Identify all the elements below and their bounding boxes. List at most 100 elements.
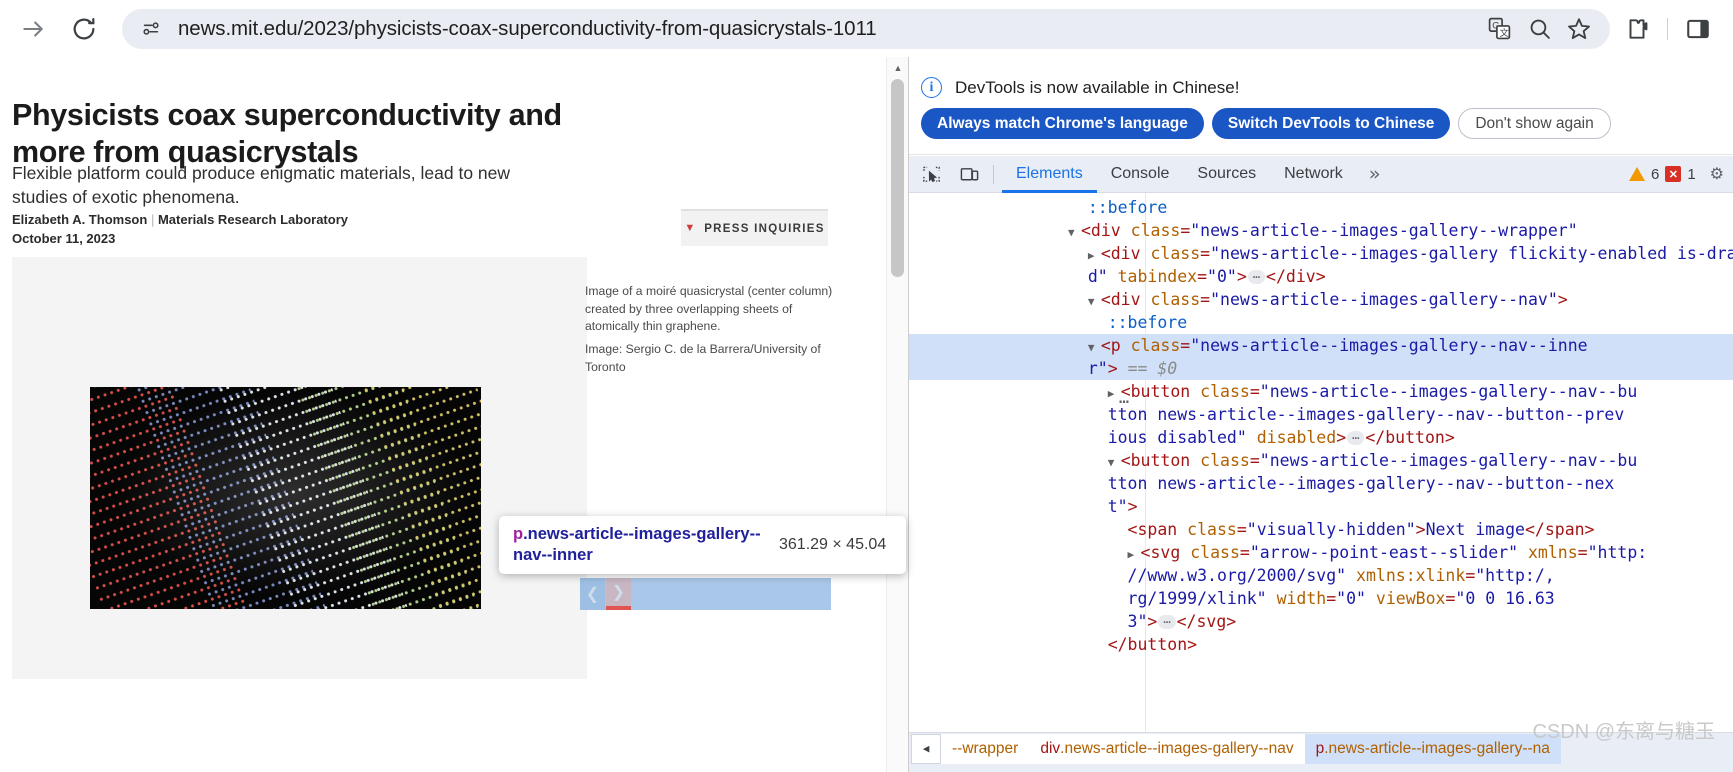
dom-tree-line[interactable]: ::before	[909, 196, 1733, 219]
gallery-next-button[interactable]: ❯	[606, 578, 631, 610]
devtools-language-banner: i DevTools is now available in Chinese! …	[909, 57, 1733, 155]
tooltip-tag-name: p	[513, 525, 524, 543]
page-scrollbar[interactable]: ▲	[886, 57, 908, 772]
dom-line-content: ▼ <div class="news-article--images-galler…	[1067, 221, 1578, 240]
dom-line-indent	[909, 405, 1108, 424]
dom-line-indent	[909, 221, 1068, 240]
warning-count[interactable]: 6	[1651, 166, 1659, 183]
dom-line-indent	[909, 543, 1128, 562]
image-caption: Image of a moiré quasicrystal (center co…	[585, 284, 833, 333]
dont-show-again-button[interactable]: Don't show again	[1458, 108, 1611, 139]
bookmark-star-icon[interactable]	[1560, 10, 1598, 48]
tab-network[interactable]: Network	[1270, 156, 1357, 193]
gallery-nav[interactable]: ❮ ❯	[580, 578, 831, 610]
address-bar[interactable]: news.mit.edu/2023/physicists-coax-superc…	[122, 8, 1610, 49]
article-content: Physicists coax superconductivity and mo…	[0, 57, 886, 772]
dom-tree-line[interactable]: d" tabindex="0"> ⋯ </div>	[909, 265, 1733, 288]
dom-tree-line[interactable]: ▶ <svg class="arrow--point-east--slider" …	[909, 541, 1733, 564]
breadcrumb-item-nav[interactable]: div .news-article--images-gallery--nav	[1029, 733, 1305, 764]
dom-tree-line[interactable]: ▼ <div class="news-article--images-galler…	[909, 219, 1733, 242]
gear-icon[interactable]: ⚙	[1710, 164, 1724, 184]
press-inquiries-button[interactable]: ▼ PRESS INQUIRIES	[681, 209, 828, 246]
dom-tree[interactable]: ::before ▼ <div class="news-article--imag…	[909, 193, 1733, 732]
breadcrumb-scroll-left-button[interactable]: ◀	[911, 733, 941, 764]
device-toolbar-icon[interactable]	[953, 158, 985, 190]
dom-line-content: ▼ <button class="news-article--images-gal…	[1107, 451, 1638, 470]
dom-tree-line[interactable]: ::before	[909, 311, 1733, 334]
reload-icon[interactable]	[64, 9, 104, 49]
dom-tree-line[interactable]: ious disabled" disabled> ⋯ </button>	[909, 426, 1733, 449]
article-subtitle: Flexible platform could produce enigmati…	[12, 163, 511, 207]
always-match-language-button[interactable]: Always match Chrome's language	[921, 108, 1204, 139]
error-x-icon[interactable]: ✕	[1665, 166, 1682, 182]
dom-line-content: <span class="visually-hidden">Next image…	[1127, 520, 1595, 539]
side-panel-icon[interactable]	[1677, 9, 1719, 49]
dom-line-indent	[909, 635, 1108, 654]
warning-triangle-icon[interactable]	[1628, 167, 1645, 181]
forward-arrow-icon[interactable]	[16, 12, 50, 46]
tab-sources[interactable]: Sources	[1183, 156, 1270, 193]
translate-icon[interactable]: G 文	[1480, 10, 1518, 48]
tooltip-dimensions: 361.29 × 45.04	[779, 536, 887, 553]
chevron-down-icon: ▼	[684, 222, 696, 234]
tooltip-class-name: .news-article--images-gallery--nav--inne…	[513, 525, 761, 564]
dom-line-indent	[909, 428, 1108, 447]
dom-line-indent	[909, 359, 1088, 378]
quasicrystal-image	[90, 387, 481, 609]
extensions-puzzle-icon[interactable]	[1616, 9, 1658, 49]
dom-tree-line[interactable]: ▶ <button class="news-article--images-gal…	[909, 380, 1733, 403]
page-viewport: Physicists coax superconductivity and mo…	[0, 57, 908, 772]
dom-line-content: </button>	[1107, 635, 1198, 654]
dom-line-content: rg/1999/xlink" width="0" viewBox="0 0 16…	[1127, 589, 1555, 608]
selected-row-menu-icon[interactable]: ⋯	[1119, 392, 1131, 412]
dom-tree-line[interactable]: r"> == $0	[909, 357, 1733, 380]
dom-tree-line[interactable]: ▼ <button class="news-article--images-gal…	[909, 449, 1733, 472]
info-icon: i	[921, 77, 942, 98]
chevron-double-right-icon[interactable]: »	[1357, 156, 1392, 193]
scrollbar-thumb[interactable]	[891, 79, 904, 277]
dom-tree-line[interactable]: tton news-article--images-gallery--nav--…	[909, 403, 1733, 426]
dom-line-content: r"> == $0	[1087, 359, 1178, 378]
dom-line-indent	[909, 198, 1088, 217]
dom-tree-line[interactable]: //www.w3.org/2000/svg" xmlns:xlink="http…	[909, 564, 1733, 587]
switch-to-chinese-button[interactable]: Switch DevTools to Chinese	[1211, 108, 1451, 139]
dom-tree-line[interactable]: <span class="visually-hidden">Next image…	[909, 518, 1733, 541]
dom-tree-line[interactable]: ▼ <p class="news-article--images-gallery-…	[909, 334, 1733, 357]
scroll-up-icon[interactable]: ▲	[887, 59, 909, 77]
devtools-bottom-strip	[909, 764, 1733, 772]
zoom-search-icon[interactable]	[1520, 10, 1558, 48]
dom-tree-line[interactable]: ▼ <div class="news-article--images-galler…	[909, 288, 1733, 311]
dom-line-indent	[909, 589, 1128, 608]
inspect-element-icon[interactable]	[915, 158, 947, 190]
banner-message-row: i DevTools is now available in Chinese!	[921, 77, 1239, 98]
press-inquiries-label: PRESS INQUIRIES	[704, 222, 825, 235]
breadcrumb-item-selected[interactable]: p .news-article--images-gallery--na	[1304, 733, 1561, 764]
url-text[interactable]: news.mit.edu/2023/physicists-coax-superc…	[178, 17, 1478, 41]
dom-tree-line[interactable]: rg/1999/xlink" width="0" viewBox="0 0 16…	[909, 587, 1733, 610]
dom-line-indent	[909, 290, 1088, 309]
tab-console[interactable]: Console	[1097, 156, 1184, 193]
error-count[interactable]: 1	[1687, 166, 1695, 183]
dom-tree-line[interactable]: </button>	[909, 633, 1733, 656]
article-byline: Elizabeth A. Thomson | Materials Researc…	[12, 212, 348, 227]
dom-tree-line[interactable]: ▶ <div class="news-article--images-galler…	[909, 242, 1733, 265]
site-info-icon[interactable]	[136, 14, 166, 44]
dom-line-indent	[909, 244, 1088, 263]
dom-line-content: ▶ <div class="news-article--images-galler…	[1087, 244, 1733, 263]
image-credit: Image: Sergio C. de la Barrera/Universit…	[585, 342, 821, 374]
gallery-prev-button[interactable]: ❮	[580, 578, 605, 610]
dom-tree-line[interactable]: 3"> ⋯ </svg>	[909, 610, 1733, 633]
publish-date: October 11, 2023	[12, 231, 116, 246]
toolbar-divider	[1667, 17, 1668, 40]
dom-tree-line[interactable]: tton news-article--images-gallery--nav--…	[909, 472, 1733, 495]
dom-line-indent	[909, 313, 1108, 332]
dom-line-indent	[909, 497, 1108, 516]
dom-line-indent	[909, 382, 1108, 401]
dom-line-content: ::before	[1087, 198, 1168, 217]
byline-separator: |	[150, 212, 155, 227]
breadcrumb-item-wrapper[interactable]: --wrapper	[941, 733, 1030, 764]
tab-elements[interactable]: Elements	[1002, 156, 1097, 193]
toolbar-actions	[1616, 9, 1719, 49]
dom-line-content: ▼ <div class="news-article--images-galler…	[1087, 290, 1568, 309]
dom-tree-line[interactable]: t">	[909, 495, 1733, 518]
